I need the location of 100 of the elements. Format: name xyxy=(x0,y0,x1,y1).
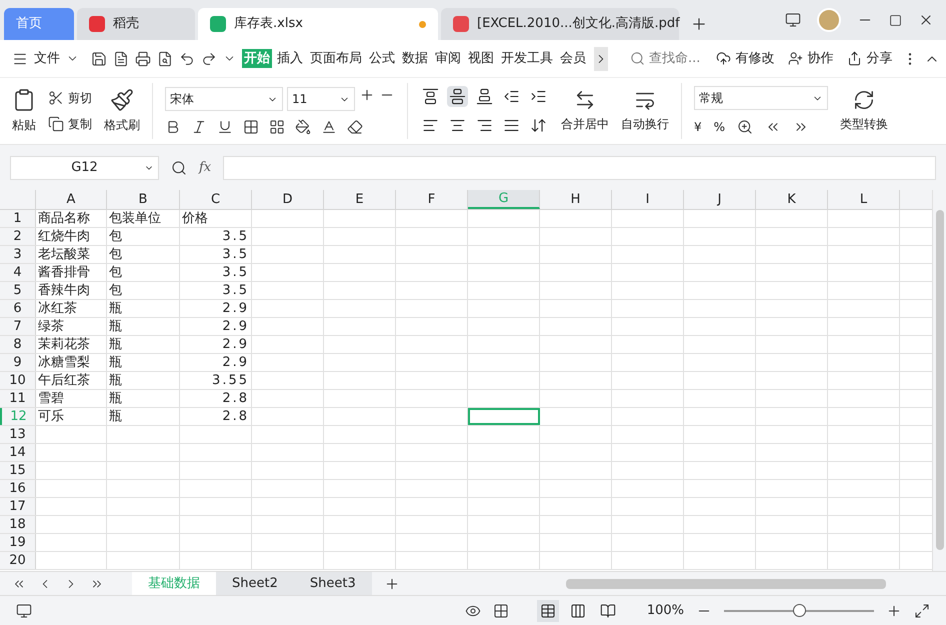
align-button[interactable] xyxy=(474,86,495,107)
column-header[interactable]: I xyxy=(612,190,684,209)
format-painter-button[interactable]: 格式刷 xyxy=(104,116,140,134)
view-icon xyxy=(540,602,556,618)
table-cell: 香辣牛肉 xyxy=(36,282,107,299)
search-field[interactable]: 查找命... xyxy=(630,48,700,68)
row-header[interactable]: 18 xyxy=(0,516,36,533)
row-header[interactable]: 13 xyxy=(0,426,36,443)
ribbon-tab[interactable]: 插入 xyxy=(275,48,305,68)
copy-icon[interactable] xyxy=(48,116,64,132)
cut-icon[interactable] xyxy=(48,90,64,106)
align-icon xyxy=(476,117,493,134)
copy-button[interactable]: 复制 xyxy=(68,115,92,133)
wrap-text-button[interactable]: 自动换行 xyxy=(621,115,669,133)
redo-icon[interactable] xyxy=(201,50,217,66)
zoom-level[interactable]: 100% xyxy=(646,600,684,620)
row-header[interactable]: 3 xyxy=(0,246,36,263)
more-tabs-button[interactable] xyxy=(594,46,608,70)
column-header[interactable]: A xyxy=(36,190,107,209)
underline-icon[interactable] xyxy=(217,119,233,135)
merge-center-button[interactable]: 合并居中 xyxy=(561,115,609,133)
ribbon-tab[interactable]: 页面布局 xyxy=(308,48,364,68)
borders-icon[interactable] xyxy=(243,119,259,135)
print-icon[interactable] xyxy=(135,50,151,66)
column-header[interactable]: J xyxy=(684,190,756,209)
zoom-slider-thumb[interactable] xyxy=(793,604,806,616)
column-header[interactable]: C xyxy=(180,190,252,209)
horizontal-scrollbar[interactable] xyxy=(566,578,886,588)
row-header[interactable]: 11 xyxy=(0,390,36,407)
view-mode-button[interactable] xyxy=(536,600,559,622)
document-tab[interactable]: 库存表.xlsx xyxy=(198,8,438,40)
header-action-button[interactable]: 协作 xyxy=(788,48,834,68)
save-icon[interactable] xyxy=(91,50,107,66)
grow-font-icon[interactable] xyxy=(359,87,375,103)
row-header[interactable]: 4 xyxy=(0,264,36,281)
column-header[interactable]: H xyxy=(540,190,612,209)
formula-field[interactable] xyxy=(223,156,936,180)
ribbon-tab[interactable]: 视图 xyxy=(466,48,496,68)
column-header[interactable]: E xyxy=(324,190,396,209)
table-cell: 3.5 xyxy=(180,228,252,245)
ribbon-tab[interactable]: 数据 xyxy=(400,48,430,68)
sheet-tab[interactable]: Sheet3 xyxy=(294,572,372,596)
clear-icon[interactable] xyxy=(347,119,363,135)
align-button[interactable] xyxy=(447,86,468,107)
number-format-select[interactable]: 常规 xyxy=(694,86,828,110)
vertical-scrollbar[interactable] xyxy=(936,210,944,550)
type-convert-button[interactable]: 类型转换 xyxy=(840,115,888,133)
row-header[interactable]: 9 xyxy=(0,354,36,371)
fullscreen-icon[interactable] xyxy=(914,602,930,618)
row-header[interactable]: 6 xyxy=(0,300,36,317)
file-menu[interactable]: 文件 xyxy=(34,48,60,68)
percent-button[interactable]: % xyxy=(714,118,726,136)
column-header[interactable]: K xyxy=(756,190,828,209)
table-cell: 2.8 xyxy=(180,408,252,425)
align-button[interactable] xyxy=(420,86,441,107)
ribbon-tab[interactable]: 会员 xyxy=(558,48,588,68)
row-header[interactable]: 1 xyxy=(0,210,36,227)
row-header[interactable]: 17 xyxy=(0,498,36,515)
row-header[interactable]: 20 xyxy=(0,552,36,569)
font-select[interactable]: 宋体 xyxy=(165,87,283,111)
currency-button[interactable]: ¥ xyxy=(694,118,702,136)
document-tab[interactable]: [EXCEL.2010...创文化.高清版.pdf xyxy=(441,8,679,40)
cut-button[interactable]: 剪切 xyxy=(68,89,92,107)
ribbon-tab[interactable]: 开发工具 xyxy=(499,48,555,68)
row-header[interactable]: 8 xyxy=(0,336,36,353)
zoom-icon[interactable] xyxy=(171,160,187,176)
column-header[interactable]: L xyxy=(828,190,900,209)
row-header[interactable]: 2 xyxy=(0,228,36,245)
undo-icon[interactable] xyxy=(179,50,195,66)
ribbon-tab[interactable]: 审阅 xyxy=(433,48,463,68)
row-header[interactable]: 14 xyxy=(0,444,36,461)
table-cell: 3.5 xyxy=(180,282,252,299)
print-preview-icon[interactable] xyxy=(157,50,173,66)
ribbon-tab[interactable]: 公式 xyxy=(367,48,397,68)
format-painter-icon[interactable] xyxy=(110,88,134,112)
cell-style-icon[interactable] xyxy=(269,119,285,135)
italic-icon[interactable] xyxy=(191,119,207,135)
paste-button[interactable]: 粘贴 xyxy=(12,116,36,134)
document-tab[interactable]: 稻壳 xyxy=(77,8,195,40)
header-action-button[interactable]: 有修改 xyxy=(716,48,774,68)
column-header[interactable]: B xyxy=(107,190,180,209)
sheet-tab[interactable]: Sheet2 xyxy=(216,572,294,596)
row-header[interactable]: 19 xyxy=(0,534,36,551)
function-button[interactable]: fx xyxy=(199,158,212,178)
row-header[interactable]: 10 xyxy=(0,372,36,389)
window-mode-icon[interactable] xyxy=(785,12,801,28)
name-box[interactable]: G12 xyxy=(10,156,159,180)
convert-icon[interactable] xyxy=(853,89,875,111)
column-header[interactable]: D xyxy=(252,190,324,209)
fill-color-icon[interactable] xyxy=(295,119,311,135)
maximize-icon[interactable] xyxy=(889,14,902,26)
row-header[interactable]: 16 xyxy=(0,480,36,497)
cell-mode-icon[interactable] xyxy=(492,602,509,618)
row-header[interactable]: 5 xyxy=(0,282,36,299)
merge-icon[interactable] xyxy=(574,89,596,111)
header-action-button[interactable]: 分享 xyxy=(847,48,892,68)
font-size-select[interactable]: 11 xyxy=(287,87,355,111)
row-header[interactable]: 15 xyxy=(0,462,36,479)
row-header[interactable]: 7 xyxy=(0,318,36,335)
font-color-icon[interactable] xyxy=(321,119,337,135)
